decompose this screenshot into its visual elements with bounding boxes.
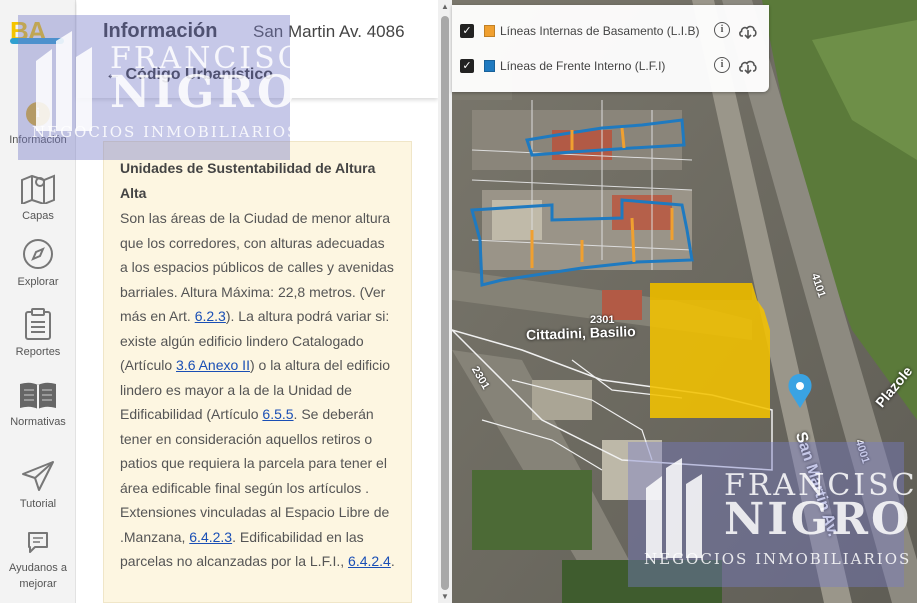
- sidebar-item-informacion[interactable]: i Información: [0, 102, 76, 148]
- article-link[interactable]: 6.4.2.3: [189, 529, 232, 545]
- panel-header: Información San Martin Av. 4086 ← Código…: [77, 0, 438, 98]
- card-title: Unidades de Sustentabilidad de Altura Al…: [120, 160, 376, 201]
- sidebar-item-normativas[interactable]: Normativas: [0, 380, 76, 430]
- layer-name: Líneas de Frente Interno (L.F.I): [500, 59, 666, 73]
- layer-name: Líneas Internas de Basamento (L.I.B): [500, 24, 700, 38]
- layer-legend: ✓ Líneas Internas de Basamento (L.I.B) i…: [452, 5, 769, 92]
- ba-logo-bar: [10, 38, 64, 44]
- sidebar-item-capas[interactable]: Capas: [0, 172, 76, 224]
- body-text: .: [390, 553, 395, 569]
- sidebar-item-label: Explorar: [17, 276, 59, 288]
- cloud-download-icon[interactable]: [738, 57, 758, 75]
- back-to-codigo-urbanistico-link[interactable]: ← Código Urbanístico: [105, 66, 273, 84]
- sidebar-item-label: Ayudanos a mejorar: [9, 562, 67, 590]
- sidebar-item-label: Normativas: [10, 416, 66, 428]
- info-icon[interactable]: i: [714, 57, 730, 73]
- article-link[interactable]: 3.6 Anexo II: [176, 357, 250, 373]
- article-link[interactable]: 6.5.5: [262, 406, 293, 422]
- ba-logo: BA: [10, 16, 66, 46]
- map-layers-icon: [21, 174, 55, 204]
- layer-color-swatch: [484, 25, 495, 37]
- info-icon: i: [26, 102, 50, 126]
- article-link[interactable]: 6.2.3: [195, 308, 226, 324]
- layer-checkbox[interactable]: ✓: [460, 59, 474, 73]
- paper-plane-icon: [22, 461, 54, 491]
- clipboard-icon: [25, 308, 51, 340]
- info-icon[interactable]: i: [714, 22, 730, 38]
- info-card: Unidades de Sustentabilidad de Altura Al…: [103, 141, 412, 603]
- sidebar-item-label: Reportes: [15, 346, 61, 358]
- sidebar-item-tutorial[interactable]: Tutorial: [0, 460, 76, 512]
- compass-icon: [23, 239, 53, 269]
- scrollbar-thumb[interactable]: [441, 16, 449, 590]
- sidebar-item-ayudanos[interactable]: Ayudanos a mejorar: [0, 530, 76, 592]
- layer-row-lfi: ✓ Líneas de Frente Interno (L.F.I) i: [458, 56, 763, 76]
- scroll-up-arrow[interactable]: ▲: [439, 2, 451, 12]
- article-link[interactable]: 6.4.2.4: [348, 553, 391, 569]
- sidebar-item-reportes[interactable]: Reportes: [0, 308, 76, 360]
- sidebar-item-explorar[interactable]: Explorar: [0, 238, 76, 290]
- sidebar-item-label: Información: [9, 134, 67, 146]
- sidebar-item-label: Tutorial: [19, 498, 57, 510]
- card-body: Son las áreas de la Ciudad de menor altu…: [120, 206, 395, 574]
- address-label: San Martin Av. 4086: [253, 22, 405, 41]
- sidebar-item-label: Capas: [22, 210, 54, 222]
- cloud-download-icon[interactable]: [738, 22, 758, 40]
- sidebar-rail: BA i Información Capas Explorar Reportes: [0, 0, 76, 603]
- layer-row-lib: ✓ Líneas Internas de Basamento (L.I.B) i: [458, 21, 763, 41]
- layer-checkbox[interactable]: ✓: [460, 24, 474, 38]
- feedback-icon: [28, 532, 48, 553]
- body-text: . Se deberán tener en consideración aque…: [120, 406, 390, 545]
- scroll-down-arrow[interactable]: ▼: [439, 592, 451, 602]
- layer-color-swatch: [484, 60, 495, 72]
- info-panel: Información San Martin Av. 4086 ← Código…: [77, 0, 438, 603]
- book-icon: [20, 382, 56, 409]
- page-title: Información: [103, 20, 218, 42]
- body-text: Son las áreas de la Ciudad de menor altu…: [120, 210, 394, 324]
